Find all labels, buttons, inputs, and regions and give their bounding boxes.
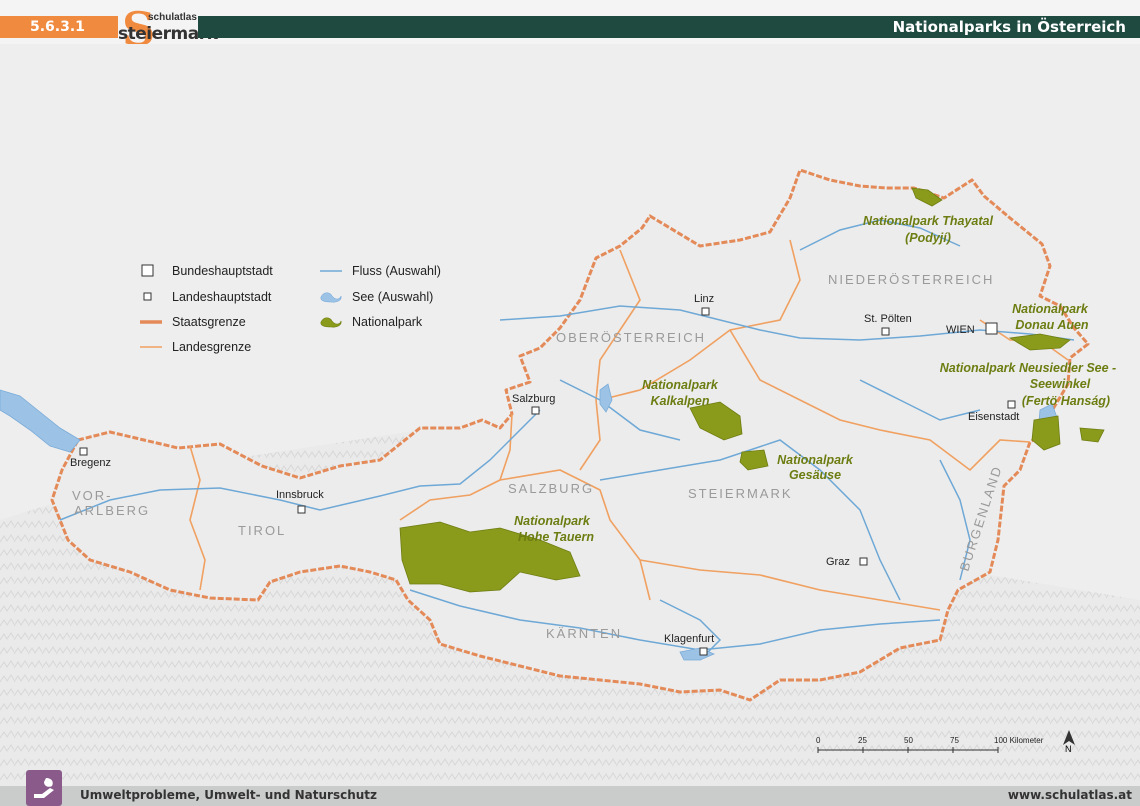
city-label-innsbruck: Innsbruck xyxy=(276,489,324,501)
title-bar: Nationalparks in Österreich xyxy=(198,16,1140,38)
see-symbol xyxy=(320,292,342,303)
north-label: N xyxy=(1065,744,1072,754)
north-arrow: N xyxy=(1062,730,1076,756)
staatsgrenze-symbol xyxy=(140,320,162,324)
city-label-eisenstadt: Eisenstadt xyxy=(968,411,1019,423)
scale-tick-25: 25 xyxy=(858,736,867,745)
footer-topic: Umweltprobleme, Umwelt- und Naturschutz xyxy=(80,788,378,802)
state-label-steiermark: STEIERMARK xyxy=(688,486,793,501)
nationalpark-symbol xyxy=(320,317,342,328)
landesgrenze-symbol xyxy=(140,346,162,348)
city-label-klagenfurt: Klagenfurt xyxy=(664,633,714,645)
capital-marker-wien xyxy=(985,322,998,335)
scale-line xyxy=(817,747,999,753)
park-label-donau-auen-2: Donau Auen xyxy=(1015,318,1089,332)
city-label-salzburg: Salzburg xyxy=(512,393,555,405)
state-label-vorarlberg-2: ARLBERG xyxy=(74,503,150,518)
state-label-vorarlberg-1: VOR- xyxy=(72,488,113,503)
bundeshauptstadt-symbol xyxy=(141,264,154,277)
state-label-oberoesterreich: OBERÖSTERREICH xyxy=(556,330,706,345)
scale-tick-0: 0 xyxy=(816,736,821,745)
park-label-neusiedler-1: Nationalpark Neusiedler See - xyxy=(940,361,1116,375)
chapter-number: 5.6.3.1 xyxy=(0,16,118,38)
city-label-st-poelten: St. Pölten xyxy=(864,313,912,325)
park-label-neusiedler-3: (Fertö Hanság) xyxy=(1022,394,1110,408)
state-label-salzburg: SALZBURG xyxy=(508,481,594,496)
park-label-hohe-tauern-2: Hohe Tauern xyxy=(518,530,594,544)
park-label-gesaeuse-2: Gesäuse xyxy=(789,468,841,482)
city-label-wien: WIEN xyxy=(946,324,975,336)
page-title: Nationalparks in Österreich xyxy=(892,18,1126,36)
footer-url[interactable]: www.schulatlas.at xyxy=(1008,788,1132,802)
park-label-kalkalpen-1: Nationalpark xyxy=(642,378,719,392)
state-label-tirol: TIROL xyxy=(238,523,286,538)
park-label-gesaeuse-1: Nationalpark xyxy=(777,453,854,467)
city-label-linz: Linz xyxy=(694,293,714,305)
state-label-niederoesterreich: NIEDERÖSTERREICH xyxy=(828,272,994,287)
city-label-bregenz: Bregenz xyxy=(70,457,111,469)
hand-leaf-icon xyxy=(34,778,54,798)
scale-bar: 0 25 50 75 100 Kilometer xyxy=(812,732,1052,760)
austria-map: NIEDERÖSTERREICH OBERÖSTERREICH SALZBURG… xyxy=(0,44,1140,786)
logo-small-text: schulatlas xyxy=(148,12,197,23)
scale-tick-75: 75 xyxy=(950,736,959,745)
park-label-neusiedler-2: Seewinkel xyxy=(1030,377,1091,391)
footer: Umweltprobleme, Umwelt- und Naturschutz … xyxy=(0,770,1140,806)
scale-tick-100: 100 Kilometer xyxy=(994,736,1044,745)
park-label-hohe-tauern-1: Nationalpark xyxy=(514,514,591,528)
fluss-symbol xyxy=(320,270,342,272)
legend: Bundeshauptstadt Landeshauptstadt Staats… xyxy=(140,262,480,362)
park-label-donau-auen-1: Nationalpark xyxy=(1012,302,1089,316)
state-label-kaernten: KÄRNTEN xyxy=(546,626,622,641)
park-label-kalkalpen-2: Kalkalpen xyxy=(650,394,709,408)
park-label-thayatal-1: Nationalpark Thayatal xyxy=(863,214,993,228)
scale-tick-50: 50 xyxy=(904,736,913,745)
park-label-thayatal-2: (Podyjí) xyxy=(905,231,951,245)
landeshauptstadt-symbol xyxy=(143,292,152,301)
city-label-graz: Graz xyxy=(826,556,850,568)
topic-icon xyxy=(26,770,62,806)
header: 5.6.3.1 S schulatlas steiermark National… xyxy=(0,0,1140,54)
